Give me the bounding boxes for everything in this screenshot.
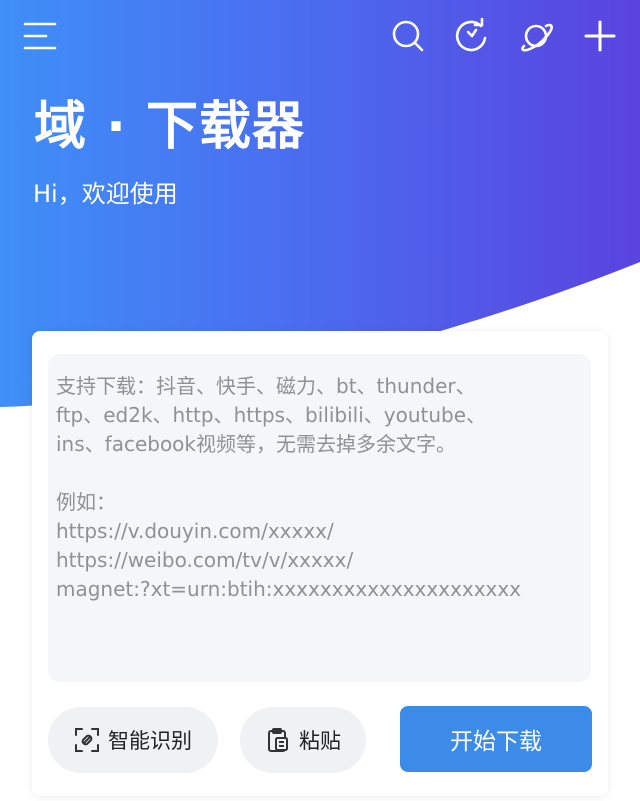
placeholder-line: magnet:?xt=urn:btih:xxxxxxxxxxxxxxxxxxxx… bbox=[56, 577, 522, 601]
planet-icon[interactable] bbox=[518, 16, 554, 56]
menu-icon[interactable] bbox=[22, 18, 58, 54]
search-icon[interactable] bbox=[389, 16, 425, 56]
placeholder-line: 例如： bbox=[56, 490, 116, 514]
paste-label: 粘贴 bbox=[299, 729, 341, 753]
smart-recognize-label: 智能识别 bbox=[108, 729, 192, 753]
start-download-button[interactable]: 开始下载 bbox=[400, 706, 592, 772]
placeholder-line: 支持下载：抖音、快手、磁力、bt、thunder、 bbox=[56, 374, 476, 398]
paste-button[interactable]: 粘贴 bbox=[240, 707, 366, 773]
placeholder-line: ins、facebook视频等，无需去掉多余文字。 bbox=[56, 432, 456, 456]
url-input[interactable]: 支持下载：抖音、快手、磁力、bt、thunder、 ftp、ed2k、http、… bbox=[48, 354, 591, 682]
placeholder-spacer bbox=[56, 459, 583, 488]
clipboard-icon bbox=[265, 727, 291, 753]
placeholder-line: https://weibo.com/tv/v/xxxxx/ bbox=[56, 548, 354, 572]
scan-link-icon bbox=[74, 727, 100, 753]
placeholder-line: ftp、ed2k、http、https、bilibili、youtube、 bbox=[56, 403, 487, 427]
refresh-icon[interactable] bbox=[453, 16, 489, 56]
add-icon[interactable] bbox=[582, 16, 618, 56]
app-title: 域 · 下载器 bbox=[34, 97, 305, 157]
start-download-label: 开始下载 bbox=[450, 729, 542, 755]
smart-recognize-button[interactable]: 智能识别 bbox=[48, 707, 218, 773]
placeholder-line: https://v.douyin.com/xxxxx/ bbox=[56, 519, 334, 543]
greeting-text: Hi，欢迎使用 bbox=[33, 180, 178, 208]
